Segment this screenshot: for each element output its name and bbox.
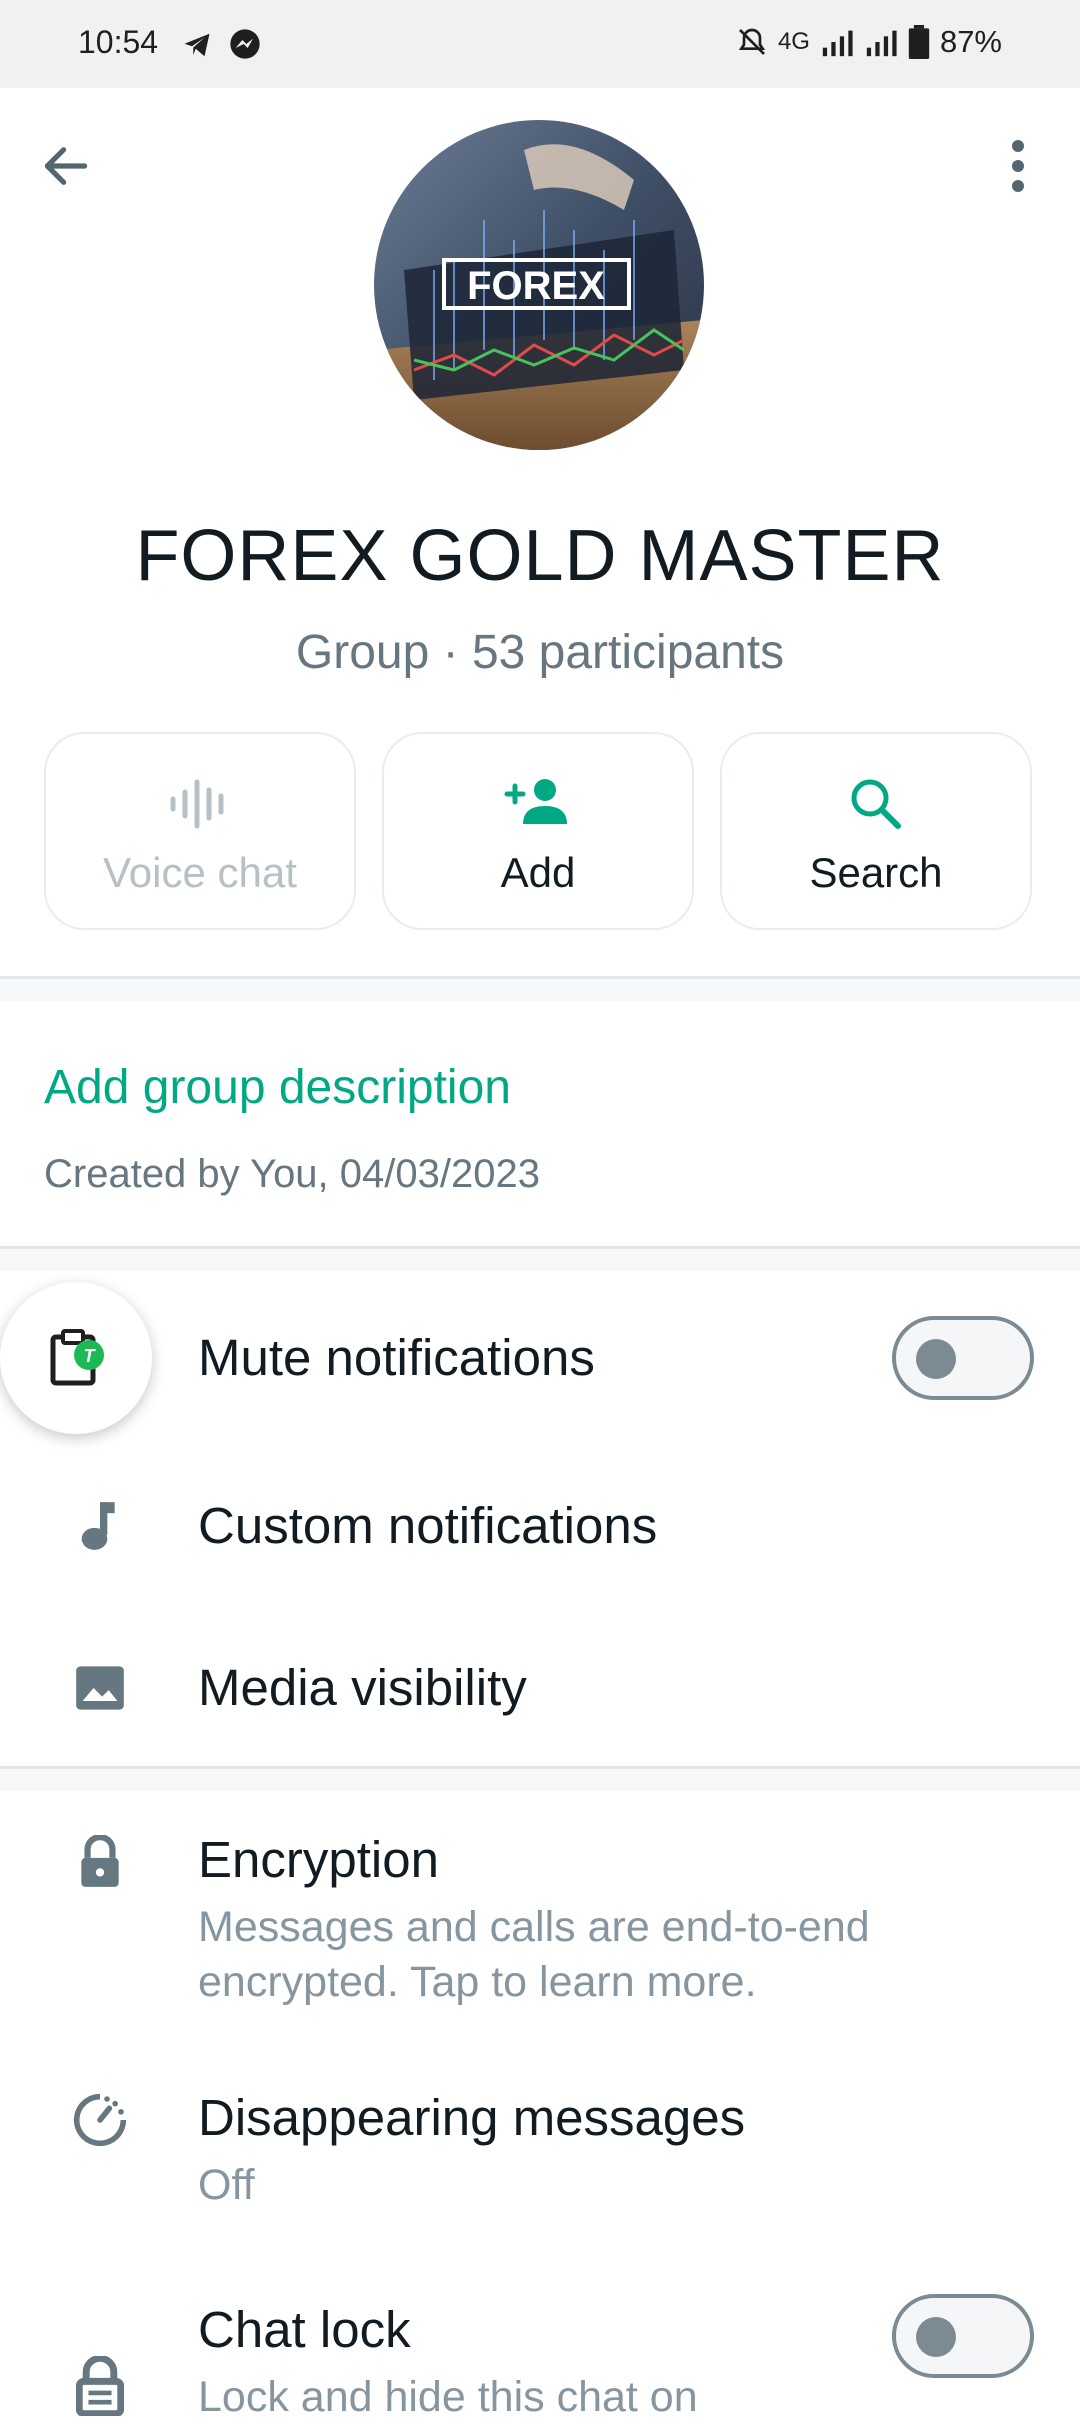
messenger-icon	[229, 28, 261, 65]
voice-chat-label: Voice chat	[103, 849, 297, 896]
timer-icon	[70, 2090, 130, 2150]
image-icon	[70, 1658, 130, 1718]
status-time: 10:54	[78, 24, 159, 60]
status-right: 4G 87%	[736, 24, 1002, 60]
disappearing-messages-value: Off	[198, 2161, 255, 2209]
voice-chat-button[interactable]: Voice chat	[44, 732, 356, 930]
battery-icon	[908, 25, 930, 59]
chat-lock-toggle[interactable]	[892, 2294, 1034, 2378]
mute-icon	[736, 26, 768, 58]
section-divider	[0, 1246, 1080, 1271]
search-icon	[722, 774, 1030, 834]
encryption-description: Messages and calls are end-to-end encryp…	[198, 1903, 870, 2006]
signal-icon	[864, 27, 898, 57]
logo-text: FOREX	[467, 264, 605, 308]
add-participant-button[interactable]: Add	[382, 732, 694, 930]
battery-level: 87%	[939, 24, 1002, 59]
group-avatar[interactable]: FOREX	[374, 120, 704, 450]
section-divider	[0, 1766, 1080, 1791]
toggle-knob	[916, 1339, 956, 1379]
created-info: Created by You, 04/03/2023	[44, 1152, 540, 1196]
clipboard-icon: T	[50, 1329, 104, 1386]
signal-icon	[820, 27, 854, 57]
search-label: Search	[809, 849, 943, 896]
section-divider	[0, 976, 1080, 1001]
disappearing-messages-label[interactable]: Disappearing messages	[198, 2088, 745, 2147]
custom-notifications-label[interactable]: Custom notifications	[198, 1496, 657, 1555]
mute-notifications-toggle[interactable]	[892, 1316, 1034, 1400]
voice-wave-icon	[46, 774, 354, 834]
chat-lock-icon	[70, 2356, 130, 2416]
encryption-label[interactable]: Encryption	[198, 1830, 439, 1889]
music-note-icon	[70, 1496, 130, 1556]
more-options-icon[interactable]	[998, 136, 1038, 196]
add-person-icon	[384, 774, 692, 834]
mute-notifications-label[interactable]: Mute notifications	[198, 1328, 595, 1387]
toggle-knob	[916, 2317, 956, 2357]
chat-lock-label[interactable]: Chat lock	[198, 2300, 411, 2359]
network-type: 4G	[777, 28, 810, 55]
chat-lock-description: Lock and hide this chat on	[198, 2373, 698, 2421]
back-button[interactable]	[38, 138, 94, 194]
group-subtitle: Group · 53 participants	[295, 626, 785, 679]
lock-icon	[70, 1832, 130, 1892]
add-label: Add	[500, 849, 576, 896]
group-name[interactable]: FOREX GOLD MASTER	[0, 515, 1080, 597]
media-visibility-label[interactable]: Media visibility	[198, 1658, 527, 1717]
floating-app-bubble[interactable]: T	[0, 1282, 152, 1434]
add-description-link[interactable]: Add group description	[44, 1060, 511, 1115]
telegram-icon	[180, 30, 214, 65]
search-button[interactable]: Search	[720, 732, 1032, 930]
